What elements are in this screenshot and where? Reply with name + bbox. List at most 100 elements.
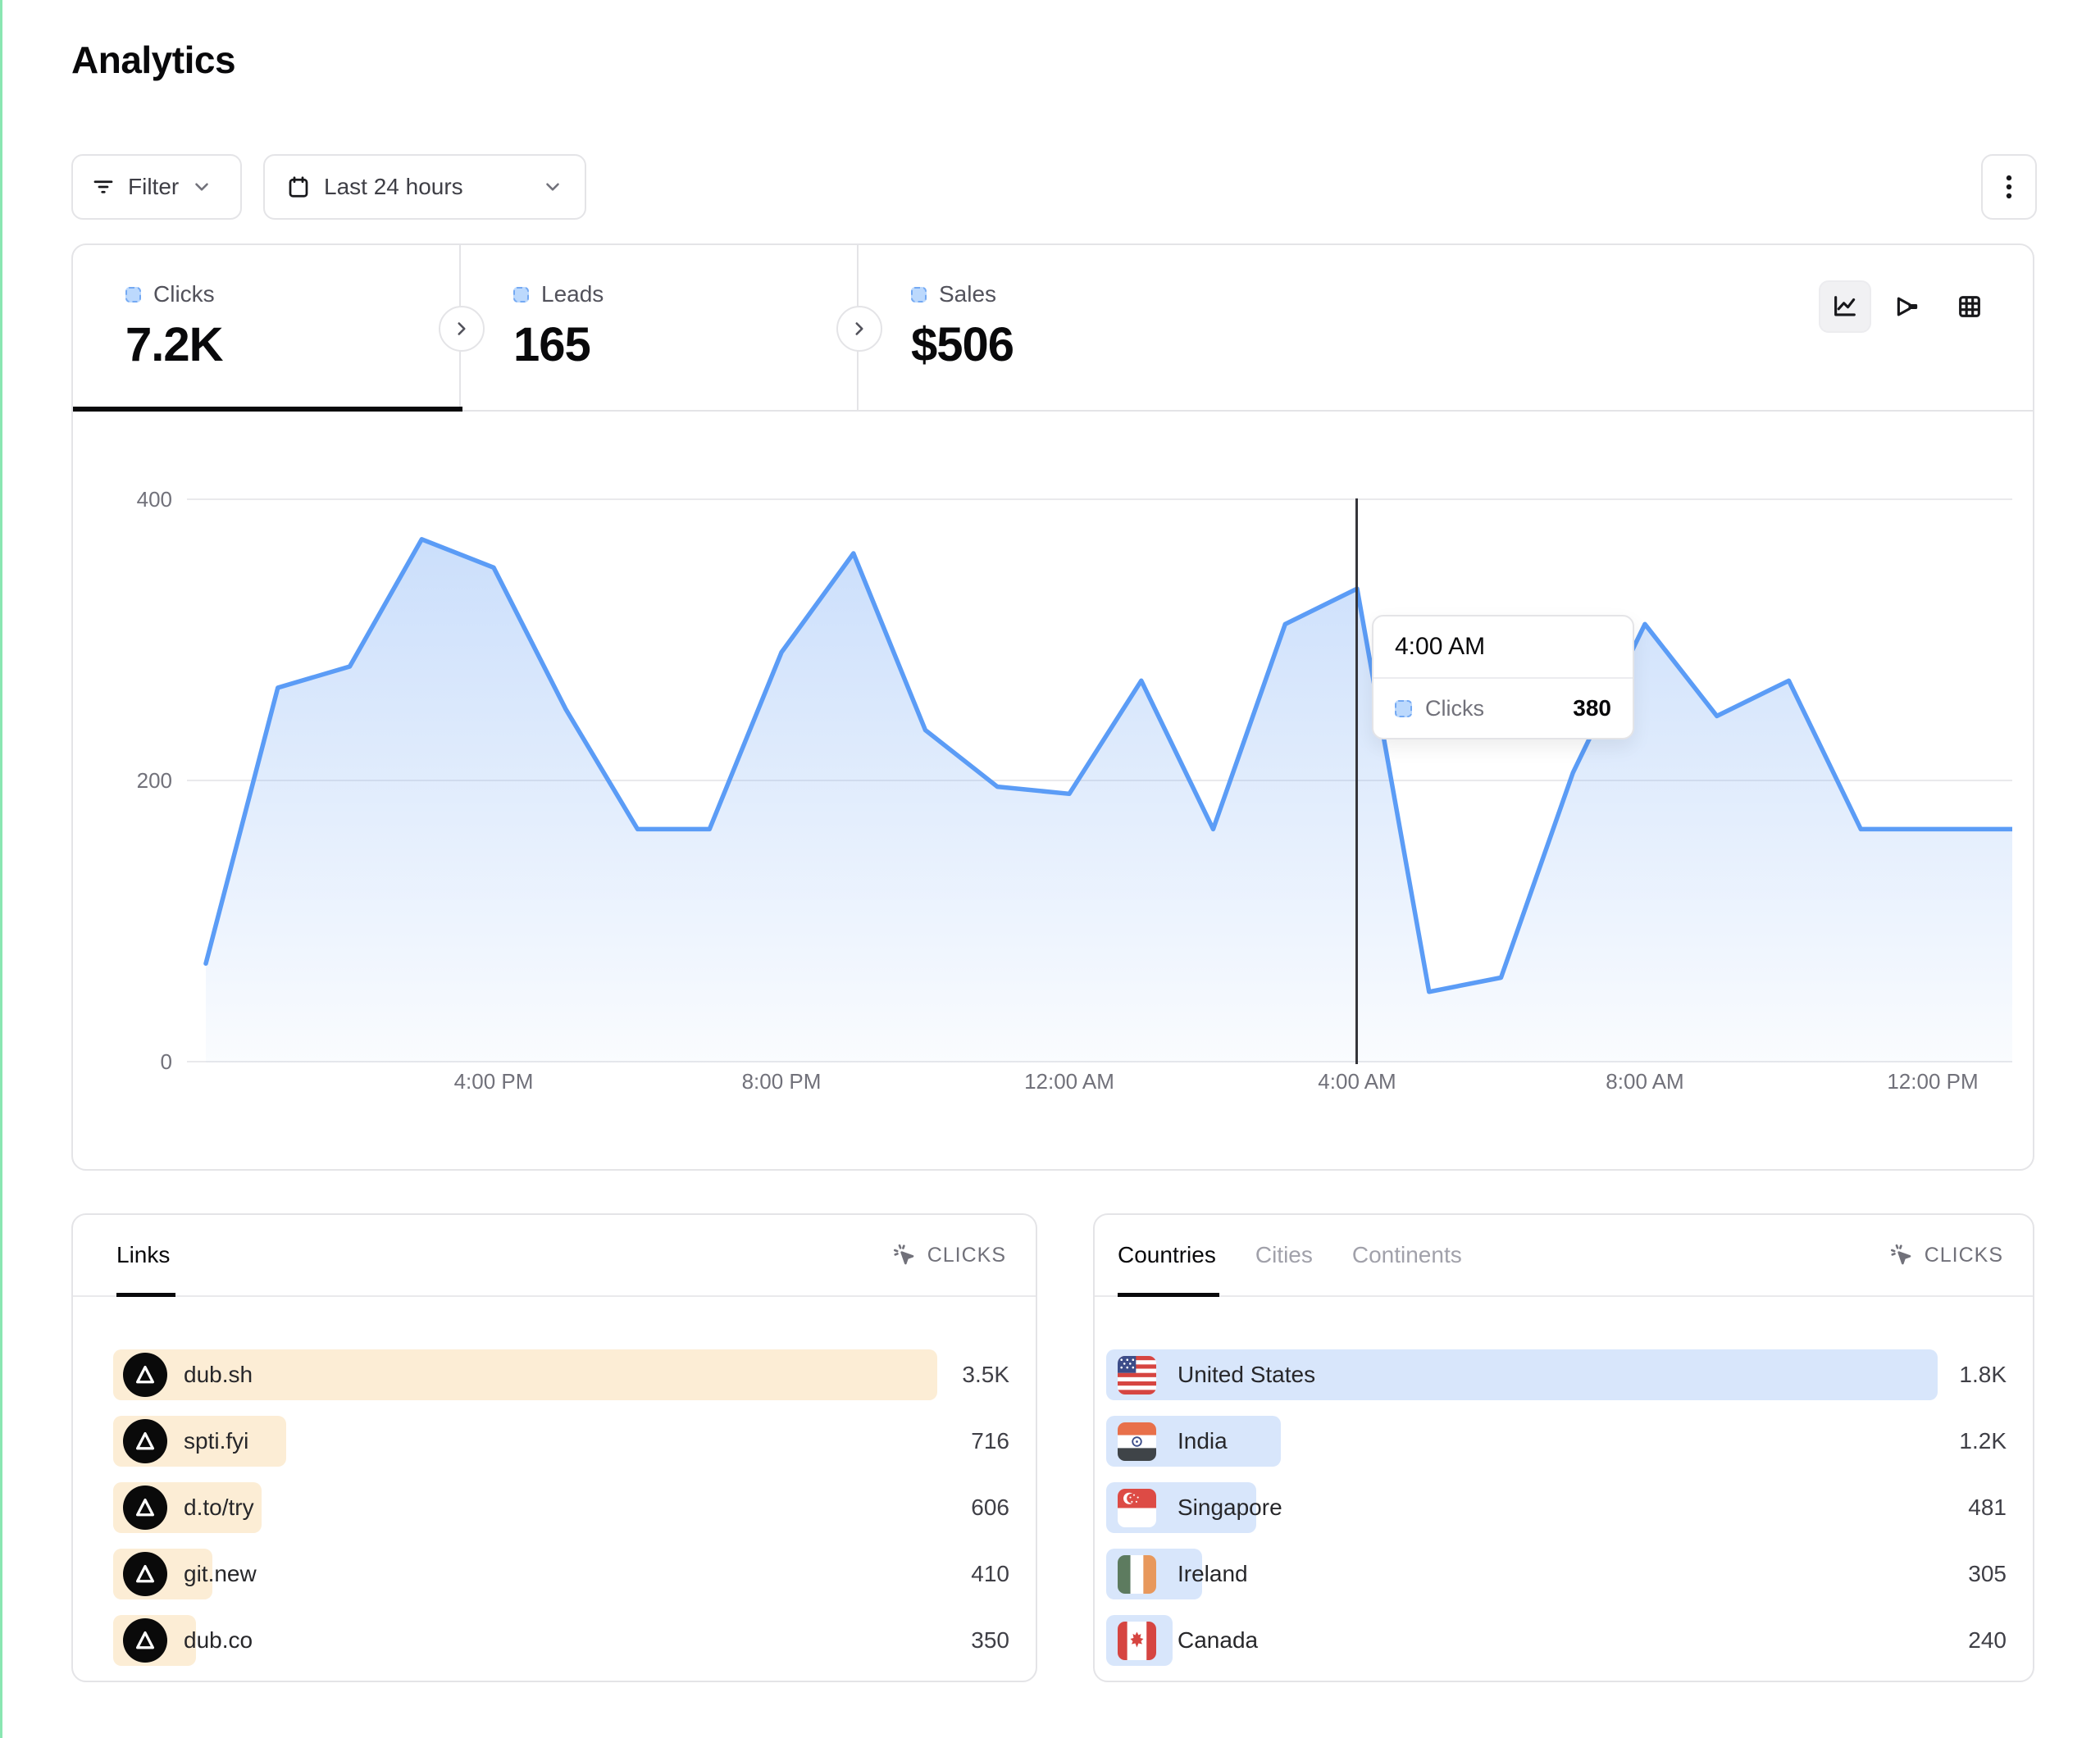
active-stat-underline bbox=[73, 407, 462, 412]
filter-button[interactable]: Filter bbox=[71, 154, 242, 220]
dub-logo-icon bbox=[123, 1618, 167, 1663]
x-axis-tick: 4:00 PM bbox=[454, 1069, 534, 1094]
in-flag-icon bbox=[1118, 1422, 1156, 1461]
y-axis-tick: 0 bbox=[107, 1049, 172, 1075]
clicks-metric-toggle[interactable]: CLICKS bbox=[1888, 1242, 2003, 1268]
country-row-label: India bbox=[1178, 1428, 1228, 1454]
clicks-metric-label: CLICKS bbox=[927, 1244, 1006, 1267]
links-panel: Links CLICKS dub.sh 3.5K spti.fyi 716 d.to/t… bbox=[71, 1213, 1037, 1682]
y-axis-tick: 200 bbox=[107, 768, 172, 794]
link-row-label: dub.sh bbox=[184, 1362, 253, 1388]
funnel-view-button[interactable] bbox=[1881, 280, 1934, 333]
link-row-value: 3.5K bbox=[962, 1349, 1009, 1400]
dub-logo-icon bbox=[123, 1419, 167, 1463]
x-axis-tick: 12:00 AM bbox=[1024, 1069, 1114, 1094]
analytics-card: Clicks 7.2K Leads 165 Sales $506 bbox=[71, 243, 2034, 1171]
expand-clicks-chevron-button[interactable] bbox=[439, 306, 485, 352]
links-rows: dub.sh 3.5K spti.fyi 716 d.to/try 606 git.new4… bbox=[73, 1297, 1036, 1681]
clicks-metric-label: CLICKS bbox=[1925, 1244, 2003, 1267]
table-view-button[interactable] bbox=[1943, 280, 1996, 333]
stat-clicks-label: Clicks bbox=[153, 281, 215, 307]
country-row-value: 481 bbox=[1968, 1482, 2007, 1533]
x-axis-tick: 12:00 PM bbox=[1887, 1069, 1978, 1094]
chevron-right-icon bbox=[451, 318, 472, 339]
country-row[interactable]: Singapore 481 bbox=[1106, 1482, 2007, 1533]
country-row-value: 305 bbox=[1968, 1549, 2007, 1599]
link-row-label: git.new bbox=[184, 1561, 257, 1587]
x-axis-tick: 4:00 AM bbox=[1318, 1069, 1396, 1094]
tab-countries[interactable]: Countries bbox=[1118, 1242, 1216, 1268]
us-flag-icon bbox=[1118, 1356, 1156, 1394]
chevron-down-icon bbox=[542, 176, 563, 198]
calendar-icon bbox=[286, 175, 311, 199]
countries-panel: Countries Cities Continents CLICKS United … bbox=[1093, 1213, 2034, 1682]
country-row-value: 1.8K bbox=[1959, 1349, 2007, 1400]
line-chart-view-button[interactable] bbox=[1819, 280, 1871, 333]
stat-sales-value: $506 bbox=[911, 317, 1433, 372]
chevron-right-icon bbox=[849, 318, 870, 339]
date-range-button[interactable]: Last 24 hours bbox=[263, 154, 586, 220]
expand-leads-chevron-button[interactable] bbox=[836, 306, 882, 352]
stat-sales-label: Sales bbox=[939, 281, 996, 307]
links-panel-header: Links CLICKS bbox=[73, 1215, 1036, 1297]
date-range-label: Last 24 hours bbox=[324, 174, 463, 200]
chart-tooltip: 4:00 AM Clicks 380 bbox=[1372, 615, 1634, 739]
countries-panel-header: Countries Cities Continents CLICKS bbox=[1095, 1215, 2033, 1297]
link-row[interactable]: dub.sh 3.5K bbox=[113, 1349, 1009, 1400]
tab-cities[interactable]: Cities bbox=[1255, 1242, 1313, 1268]
x-axis-tick: 8:00 PM bbox=[742, 1069, 822, 1094]
countries-rows: United States 1.8K India 1.2K Singapore 481 Ir… bbox=[1095, 1297, 2033, 1681]
link-row[interactable]: spti.fyi 716 bbox=[113, 1416, 1009, 1467]
link-row[interactable]: d.to/try 606 bbox=[113, 1482, 1009, 1533]
more-options-button[interactable] bbox=[1981, 154, 2037, 220]
country-row-label: United States bbox=[1178, 1362, 1315, 1388]
link-row-value: 350 bbox=[971, 1615, 1009, 1666]
dub-logo-icon bbox=[123, 1552, 167, 1596]
link-row[interactable]: git.new410 bbox=[113, 1549, 1009, 1599]
ca-flag-icon bbox=[1118, 1622, 1156, 1660]
kebab-menu-icon bbox=[1997, 173, 2021, 201]
stat-leads-label: Leads bbox=[541, 281, 604, 307]
tab-continents[interactable]: Continents bbox=[1352, 1242, 1462, 1268]
stat-clicks[interactable]: Clicks 7.2K bbox=[73, 245, 461, 410]
sales-legend-square bbox=[911, 287, 927, 303]
chart-area-fill bbox=[206, 539, 2012, 1062]
tab-links[interactable]: Links bbox=[116, 1242, 170, 1268]
link-row[interactable]: dub.co350 bbox=[113, 1615, 1009, 1666]
chevron-down-icon bbox=[191, 176, 212, 198]
country-row[interactable]: Canada240 bbox=[1106, 1615, 2007, 1666]
x-axis-tick: 8:00 AM bbox=[1606, 1069, 1683, 1094]
filter-button-label: Filter bbox=[128, 174, 179, 200]
tooltip-legend-square bbox=[1395, 700, 1412, 717]
ie-flag-icon bbox=[1118, 1555, 1156, 1594]
dub-logo-icon bbox=[123, 1485, 167, 1530]
stats-row: Clicks 7.2K Leads 165 Sales $506 bbox=[73, 245, 2033, 412]
country-row-label: Singapore bbox=[1178, 1495, 1282, 1521]
cursor-click-icon bbox=[1888, 1242, 1915, 1268]
leads-legend-square bbox=[513, 287, 529, 303]
filter-icon bbox=[91, 175, 116, 199]
link-row-label: d.to/try bbox=[184, 1495, 254, 1521]
stat-sales[interactable]: Sales $506 bbox=[859, 245, 1433, 410]
dub-logo-icon bbox=[123, 1353, 167, 1397]
country-row-value: 1.2K bbox=[1959, 1416, 2007, 1467]
country-row[interactable]: Ireland 305 bbox=[1106, 1549, 2007, 1599]
sg-flag-icon bbox=[1118, 1489, 1156, 1527]
country-row[interactable]: India 1.2K bbox=[1106, 1416, 2007, 1467]
stat-clicks-value: 7.2K bbox=[125, 317, 459, 372]
stat-leads-value: 165 bbox=[513, 317, 857, 372]
country-row[interactable]: United States 1.8K bbox=[1106, 1349, 2007, 1400]
clicks-area-chart[interactable] bbox=[187, 497, 2012, 1062]
line-chart-icon bbox=[1831, 293, 1859, 321]
page-title: Analytics bbox=[71, 38, 235, 82]
link-row-value: 606 bbox=[971, 1482, 1009, 1533]
country-row-label: Ireland bbox=[1178, 1561, 1248, 1587]
y-axis-tick: 400 bbox=[107, 487, 172, 512]
tooltip-value: 380 bbox=[1573, 695, 1611, 721]
link-row-label: spti.fyi bbox=[184, 1428, 248, 1454]
clicks-metric-toggle[interactable]: CLICKS bbox=[891, 1242, 1006, 1268]
country-row-value: 240 bbox=[1968, 1615, 2007, 1666]
link-row-value: 716 bbox=[971, 1416, 1009, 1467]
stat-leads[interactable]: Leads 165 bbox=[461, 245, 859, 410]
table-grid-icon bbox=[1956, 293, 1984, 321]
